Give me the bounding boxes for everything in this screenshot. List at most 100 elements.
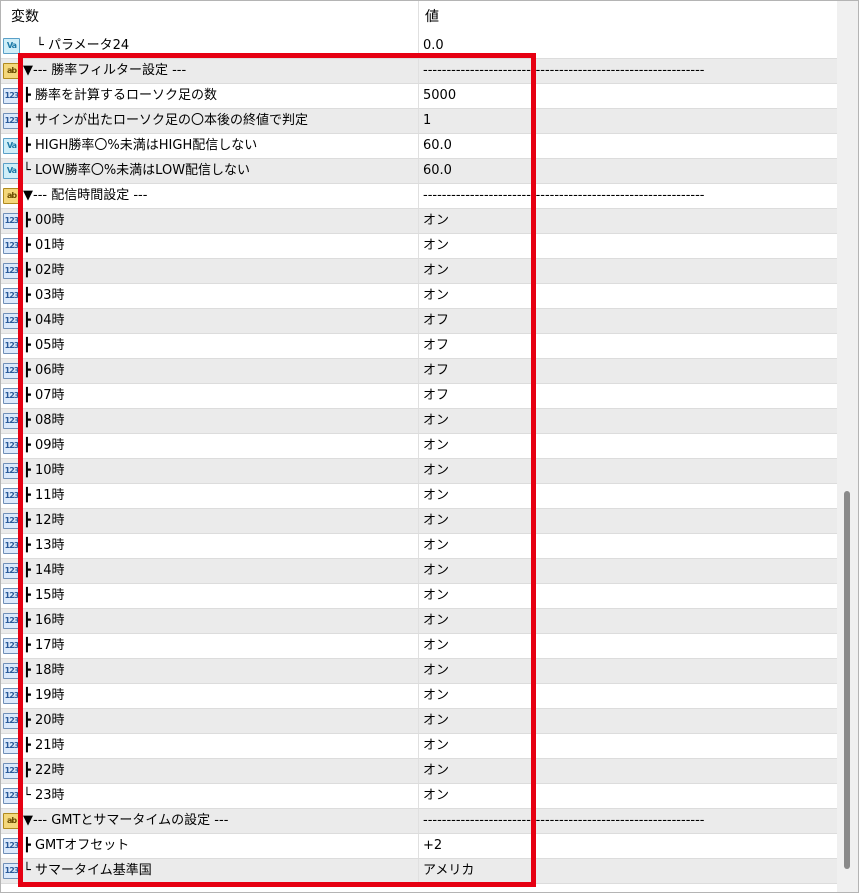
parameter-value[interactable]: オン <box>423 509 833 533</box>
table-row[interactable]: 123 ┣ 01時 オン <box>1 234 837 259</box>
table-row[interactable]: ab ▼--- 配信時間設定 --- -----------------------… <box>1 184 837 209</box>
parameter-value[interactable]: オン <box>423 684 833 708</box>
table-row[interactable]: 123 ┣ 18時 オン <box>1 659 837 684</box>
integer-type-icon: 123 <box>3 363 20 379</box>
parameter-value[interactable]: オン <box>423 709 833 733</box>
parameter-value[interactable]: オン <box>423 559 833 583</box>
vertical-scrollbar[interactable] <box>837 1 858 892</box>
table-row[interactable]: Va └ パラメータ24 0.0 <box>1 34 837 59</box>
integer-type-icon: 123 <box>3 263 20 279</box>
table-row[interactable]: 123 ┣ 12時 オン <box>1 509 837 534</box>
parameter-value[interactable]: オン <box>423 234 833 258</box>
parameter-value[interactable]: オフ <box>423 309 833 333</box>
double-type-icon: Va <box>3 163 20 179</box>
parameter-name: ┣ 00時 <box>23 209 419 233</box>
parameter-value[interactable]: オン <box>423 484 833 508</box>
parameter-value[interactable]: +2 <box>423 834 833 858</box>
table-row[interactable]: 123 ┣ 00時 オン <box>1 209 837 234</box>
parameter-value[interactable]: オフ <box>423 359 833 383</box>
parameter-value[interactable]: オン <box>423 584 833 608</box>
parameter-name: ┣ 21時 <box>23 734 419 758</box>
parameter-value[interactable]: オン <box>423 759 833 783</box>
table-row[interactable]: 123 ┣ 14時 オン <box>1 559 837 584</box>
column-header-value[interactable]: 値 <box>419 1 837 34</box>
parameter-value[interactable]: 60.0 <box>423 159 833 183</box>
table-row[interactable]: 123 ┣ 10時 オン <box>1 459 837 484</box>
table-row[interactable]: 123 ┣ 19時 オン <box>1 684 837 709</box>
parameter-name: ┣ 19時 <box>23 684 419 708</box>
table-row[interactable]: 123 ┣ 22時 オン <box>1 759 837 784</box>
parameter-value[interactable]: オン <box>423 409 833 433</box>
table-row[interactable]: 123 ┣ 02時 オン <box>1 259 837 284</box>
table-row[interactable]: 123 ┣ 09時 オン <box>1 434 837 459</box>
table-row[interactable]: Va └ LOW勝率〇%未満はLOW配信しない 60.0 <box>1 159 837 184</box>
scrollbar-thumb[interactable] <box>844 491 850 869</box>
table-row[interactable]: 123 ┣ 勝率を計算するローソク足の数 5000 <box>1 84 837 109</box>
parameter-name: ┣ GMTオフセット <box>23 834 419 858</box>
table-row[interactable]: 123 ┣ 04時 オフ <box>1 309 837 334</box>
integer-type-icon: 123 <box>3 113 20 129</box>
table-row[interactable]: 123 ┣ 16時 オン <box>1 609 837 634</box>
parameter-name: └ LOW勝率〇%未満はLOW配信しない <box>23 159 419 183</box>
parameter-value[interactable]: オン <box>423 259 833 283</box>
string-type-icon: ab <box>3 63 20 79</box>
parameter-value[interactable]: オン <box>423 459 833 483</box>
parameter-name: ┣ 08時 <box>23 409 419 433</box>
parameter-value[interactable]: オン <box>423 734 833 758</box>
parameter-name: ┣ 17時 <box>23 634 419 658</box>
table-row[interactable]: 123 ┣ 15時 オン <box>1 584 837 609</box>
table-row[interactable]: 123 ┣ GMTオフセット +2 <box>1 834 837 859</box>
parameter-name: ▼--- 勝率フィルター設定 --- <box>23 59 419 83</box>
table-row[interactable]: 123 ┣ 17時 オン <box>1 634 837 659</box>
table-row[interactable]: 123 ┣ 05時 オフ <box>1 334 837 359</box>
parameter-value[interactable]: オフ <box>423 334 833 358</box>
integer-type-icon: 123 <box>3 613 20 629</box>
table-row[interactable]: ab ▼--- GMTとサマータイムの設定 --- ----------------… <box>1 809 837 834</box>
parameter-value[interactable]: 5000 <box>423 84 833 108</box>
parameter-value[interactable]: アメリカ <box>423 859 833 883</box>
parameter-value[interactable]: オン <box>423 609 833 633</box>
parameter-value[interactable]: 1 <box>423 109 833 133</box>
integer-type-icon: 123 <box>3 738 20 754</box>
parameter-value[interactable]: ----------------------------------------… <box>423 809 833 833</box>
string-type-icon: ab <box>3 813 20 829</box>
parameter-name: ┣ 14時 <box>23 559 419 583</box>
integer-type-icon: 123 <box>3 338 20 354</box>
double-type-icon: Va <box>3 38 20 54</box>
table-row[interactable]: 123 ┣ 20時 オン <box>1 709 837 734</box>
integer-type-icon: 123 <box>3 688 20 704</box>
column-header-variable[interactable]: 変数 <box>1 1 419 34</box>
parameter-value[interactable]: ----------------------------------------… <box>423 59 833 83</box>
table-row[interactable]: ab ▼--- 勝率フィルター設定 --- --------------------… <box>1 59 837 84</box>
parameter-value[interactable]: オン <box>423 209 833 233</box>
integer-type-icon: 123 <box>3 488 20 504</box>
parameter-name: ┣ HIGH勝率〇%未満はHIGH配信しない <box>23 134 419 158</box>
table-row[interactable]: 123 ┣ 08時 オン <box>1 409 837 434</box>
table-row[interactable]: 123 ┣ 06時 オフ <box>1 359 837 384</box>
table-row[interactable]: 123 ┣ サインが出たローソク足の〇本後の終値で判定 1 <box>1 109 837 134</box>
parameter-value[interactable]: オン <box>423 434 833 458</box>
parameter-name: ┣ 06時 <box>23 359 419 383</box>
parameter-value[interactable]: ----------------------------------------… <box>423 184 833 208</box>
integer-type-icon: 123 <box>3 863 20 879</box>
parameter-value[interactable]: 60.0 <box>423 134 833 158</box>
parameter-name: ┣ 13時 <box>23 534 419 558</box>
table-row[interactable]: 123 └ 23時 オン <box>1 784 837 809</box>
parameter-value[interactable]: オン <box>423 659 833 683</box>
parameter-value[interactable]: オン <box>423 634 833 658</box>
integer-type-icon: 123 <box>3 763 20 779</box>
table-row[interactable]: 123 └ サマータイム基準国 アメリカ <box>1 859 837 884</box>
parameter-value[interactable]: オン <box>423 284 833 308</box>
parameter-value[interactable]: オン <box>423 784 833 808</box>
integer-type-icon: 123 <box>3 788 20 804</box>
parameter-value[interactable]: 0.0 <box>423 34 833 58</box>
table-row[interactable]: 123 ┣ 07時 オフ <box>1 384 837 409</box>
table-row[interactable]: 123 ┣ 03時 オン <box>1 284 837 309</box>
table-row[interactable]: 123 ┣ 11時 オン <box>1 484 837 509</box>
string-type-icon: ab <box>3 188 20 204</box>
table-row[interactable]: 123 ┣ 13時 オン <box>1 534 837 559</box>
parameter-value[interactable]: オフ <box>423 384 833 408</box>
table-row[interactable]: Va ┣ HIGH勝率〇%未満はHIGH配信しない 60.0 <box>1 134 837 159</box>
table-row[interactable]: 123 ┣ 21時 オン <box>1 734 837 759</box>
parameter-value[interactable]: オン <box>423 534 833 558</box>
